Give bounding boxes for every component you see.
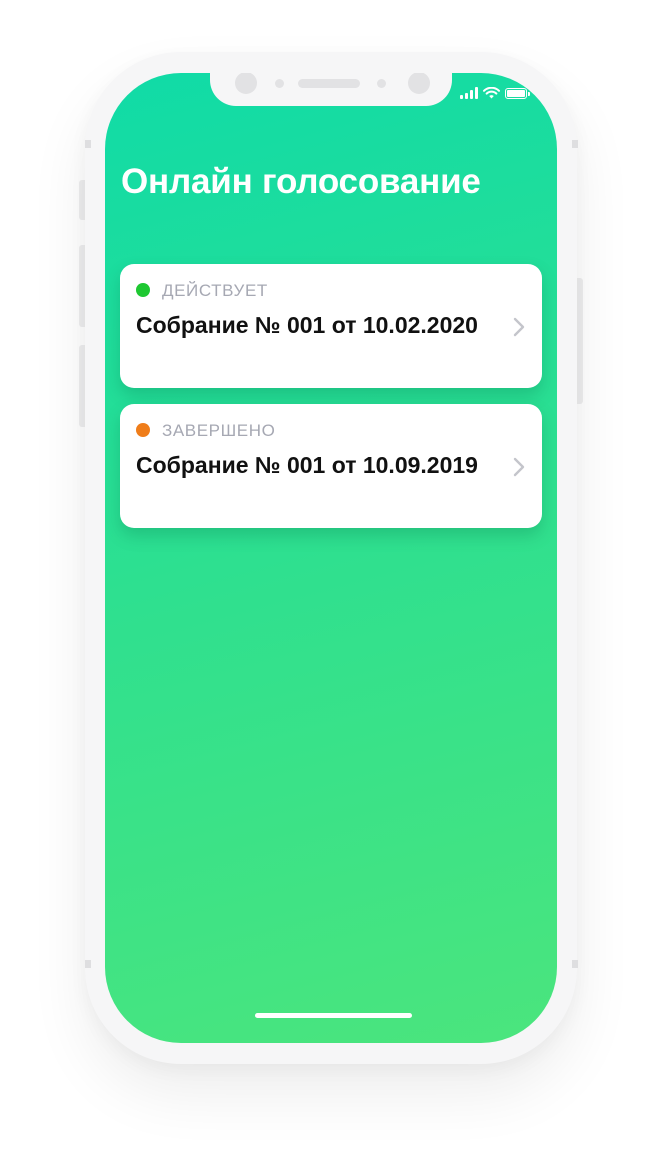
speaker-grille xyxy=(298,79,360,88)
chevron-right-icon xyxy=(513,457,525,477)
battery-level xyxy=(507,89,525,97)
meeting-title: Собрание № 001 от 10.02.2020 xyxy=(136,312,478,338)
sensor-icon xyxy=(275,79,284,88)
antenna-band xyxy=(85,960,91,968)
sensor-icon xyxy=(377,79,386,88)
antenna-band xyxy=(572,140,578,148)
meeting-card[interactable]: ДЕЙСТВУЕТ Собрание № 001 от 10.02.2020 xyxy=(120,264,542,388)
camera-icon xyxy=(408,73,430,94)
camera-icon xyxy=(235,73,257,94)
battery-icon xyxy=(505,87,530,99)
page-title: Онлайн голосование xyxy=(121,162,481,201)
antenna-band xyxy=(85,140,91,148)
meeting-card[interactable]: ЗАВЕРШЕНО Собрание № 001 от 10.09.2019 xyxy=(120,404,542,528)
notch xyxy=(210,73,452,106)
home-indicator[interactable] xyxy=(255,1013,412,1018)
status-badge: ЗАВЕРШЕНО xyxy=(162,421,276,440)
status-badge: ДЕЙСТВУЕТ xyxy=(162,281,268,300)
meeting-title: Собрание № 001 от 10.09.2019 xyxy=(136,452,478,478)
chevron-right-icon xyxy=(513,317,525,337)
power-button xyxy=(576,278,583,404)
status-dot xyxy=(136,423,150,437)
phone-screen: Онлайн голосование ДЕЙСТВУЕТ Собрание № … xyxy=(105,73,557,1043)
antenna-band xyxy=(572,960,578,968)
status-dot xyxy=(136,283,150,297)
status-bar xyxy=(460,87,530,99)
device-mockup: Онлайн голосование ДЕЙСТВУЕТ Собрание № … xyxy=(0,0,663,1174)
wifi-icon xyxy=(483,87,500,99)
cellular-signal-icon xyxy=(460,87,478,99)
